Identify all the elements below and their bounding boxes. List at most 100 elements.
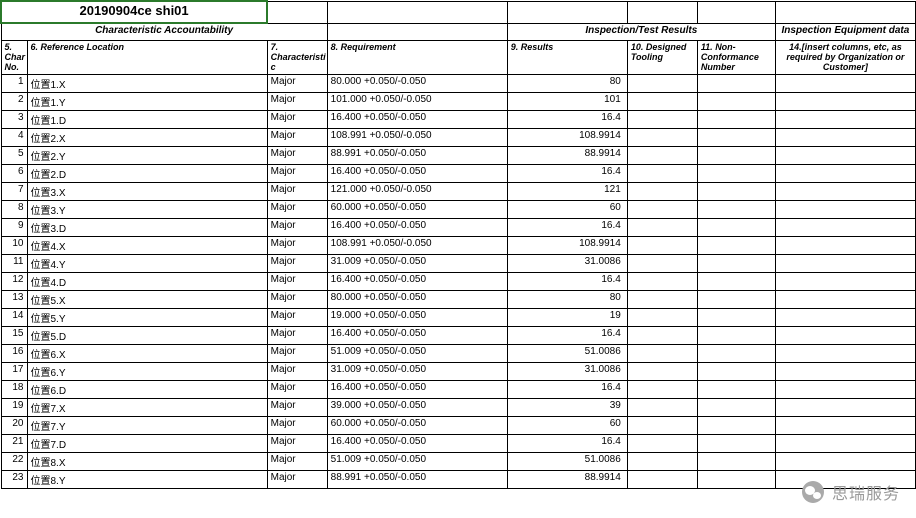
cell-designed-tooling[interactable] [627, 470, 697, 488]
cell-equipment[interactable] [775, 434, 915, 452]
cell-equipment[interactable] [775, 380, 915, 398]
cell-equipment[interactable] [775, 182, 915, 200]
cell-equipment[interactable] [775, 326, 915, 344]
cell-designed-tooling[interactable] [627, 290, 697, 308]
cell-char-no[interactable]: 4 [1, 128, 27, 146]
cell-equipment[interactable] [775, 416, 915, 434]
cell-equipment[interactable] [775, 308, 915, 326]
cell-characteristic[interactable]: Major [267, 200, 327, 218]
cell-char-no[interactable]: 12 [1, 272, 27, 290]
cell-nonconf[interactable] [697, 146, 775, 164]
cell-nonconf[interactable] [697, 452, 775, 470]
cell-char-no[interactable]: 18 [1, 380, 27, 398]
cell-characteristic[interactable]: Major [267, 74, 327, 92]
cell-char-no[interactable]: 10 [1, 236, 27, 254]
cell-ref-loc[interactable]: 位置4.D [27, 272, 267, 290]
cell-ref-loc[interactable]: 位置3.X [27, 182, 267, 200]
empty-cell[interactable] [507, 1, 627, 23]
cell-equipment[interactable] [775, 398, 915, 416]
cell-ref-loc[interactable]: 位置5.Y [27, 308, 267, 326]
cell-designed-tooling[interactable] [627, 218, 697, 236]
cell-char-no[interactable]: 23 [1, 470, 27, 488]
cell-equipment[interactable] [775, 92, 915, 110]
empty-cell[interactable] [627, 1, 697, 23]
cell-characteristic[interactable]: Major [267, 326, 327, 344]
cell-requirement[interactable]: 88.991 +0.050/-0.050 [327, 146, 507, 164]
cell-nonconf[interactable] [697, 164, 775, 182]
cell-nonconf[interactable] [697, 344, 775, 362]
cell-characteristic[interactable]: Major [267, 398, 327, 416]
cell-characteristic[interactable]: Major [267, 272, 327, 290]
sheet-title-cell[interactable]: 20190904ce shi01 [1, 1, 267, 23]
cell-characteristic[interactable]: Major [267, 470, 327, 488]
cell-nonconf[interactable] [697, 254, 775, 272]
cell-requirement[interactable]: 39.000 +0.050/-0.050 [327, 398, 507, 416]
cell-characteristic[interactable]: Major [267, 92, 327, 110]
cell-characteristic[interactable]: Major [267, 308, 327, 326]
cell-designed-tooling[interactable] [627, 416, 697, 434]
cell-requirement[interactable]: 101.000 +0.050/-0.050 [327, 92, 507, 110]
cell-designed-tooling[interactable] [627, 200, 697, 218]
cell-char-no[interactable]: 9 [1, 218, 27, 236]
cell-char-no[interactable]: 14 [1, 308, 27, 326]
cell-char-no[interactable]: 13 [1, 290, 27, 308]
cell-results[interactable]: 31.0086 [507, 254, 627, 272]
cell-ref-loc[interactable]: 位置2.Y [27, 146, 267, 164]
empty-cell[interactable] [775, 1, 915, 23]
cell-designed-tooling[interactable] [627, 344, 697, 362]
cell-results[interactable]: 16.4 [507, 434, 627, 452]
cell-results[interactable]: 101 [507, 92, 627, 110]
cell-results[interactable]: 16.4 [507, 164, 627, 182]
cell-nonconf[interactable] [697, 92, 775, 110]
cell-char-no[interactable]: 2 [1, 92, 27, 110]
cell-designed-tooling[interactable] [627, 362, 697, 380]
cell-characteristic[interactable]: Major [267, 110, 327, 128]
cell-characteristic[interactable]: Major [267, 416, 327, 434]
cell-equipment[interactable] [775, 254, 915, 272]
cell-characteristic[interactable]: Major [267, 218, 327, 236]
cell-char-no[interactable]: 20 [1, 416, 27, 434]
cell-equipment[interactable] [775, 344, 915, 362]
cell-designed-tooling[interactable] [627, 452, 697, 470]
cell-char-no[interactable]: 7 [1, 182, 27, 200]
cell-characteristic[interactable]: Major [267, 146, 327, 164]
cell-results[interactable]: 108.9914 [507, 236, 627, 254]
cell-requirement[interactable]: 121.000 +0.050/-0.050 [327, 182, 507, 200]
cell-nonconf[interactable] [697, 326, 775, 344]
cell-ref-loc[interactable]: 位置2.X [27, 128, 267, 146]
cell-char-no[interactable]: 5 [1, 146, 27, 164]
cell-requirement[interactable]: 16.400 +0.050/-0.050 [327, 272, 507, 290]
cell-designed-tooling[interactable] [627, 326, 697, 344]
cell-requirement[interactable]: 80.000 +0.050/-0.050 [327, 74, 507, 92]
cell-designed-tooling[interactable] [627, 236, 697, 254]
cell-requirement[interactable]: 60.000 +0.050/-0.050 [327, 200, 507, 218]
cell-requirement[interactable]: 60.000 +0.050/-0.050 [327, 416, 507, 434]
cell-equipment[interactable] [775, 164, 915, 182]
cell-requirement[interactable]: 16.400 +0.050/-0.050 [327, 380, 507, 398]
cell-nonconf[interactable] [697, 398, 775, 416]
cell-results[interactable]: 16.4 [507, 218, 627, 236]
cell-ref-loc[interactable]: 位置7.X [27, 398, 267, 416]
cell-characteristic[interactable]: Major [267, 128, 327, 146]
cell-equipment[interactable] [775, 362, 915, 380]
cell-designed-tooling[interactable] [627, 164, 697, 182]
cell-results[interactable]: 16.4 [507, 272, 627, 290]
cell-char-no[interactable]: 21 [1, 434, 27, 452]
cell-nonconf[interactable] [697, 434, 775, 452]
empty-cell[interactable] [327, 1, 507, 23]
cell-nonconf[interactable] [697, 218, 775, 236]
cell-requirement[interactable]: 16.400 +0.050/-0.050 [327, 326, 507, 344]
cell-results[interactable]: 80 [507, 74, 627, 92]
cell-char-no[interactable]: 11 [1, 254, 27, 272]
cell-results[interactable]: 16.4 [507, 326, 627, 344]
cell-equipment[interactable] [775, 128, 915, 146]
cell-results[interactable]: 16.4 [507, 110, 627, 128]
cell-char-no[interactable]: 15 [1, 326, 27, 344]
cell-requirement[interactable]: 19.000 +0.050/-0.050 [327, 308, 507, 326]
cell-requirement[interactable]: 108.991 +0.050/-0.050 [327, 236, 507, 254]
cell-ref-loc[interactable]: 位置3.Y [27, 200, 267, 218]
cell-results[interactable]: 108.9914 [507, 128, 627, 146]
cell-requirement[interactable]: 108.991 +0.050/-0.050 [327, 128, 507, 146]
cell-requirement[interactable]: 31.009 +0.050/-0.050 [327, 254, 507, 272]
cell-designed-tooling[interactable] [627, 272, 697, 290]
